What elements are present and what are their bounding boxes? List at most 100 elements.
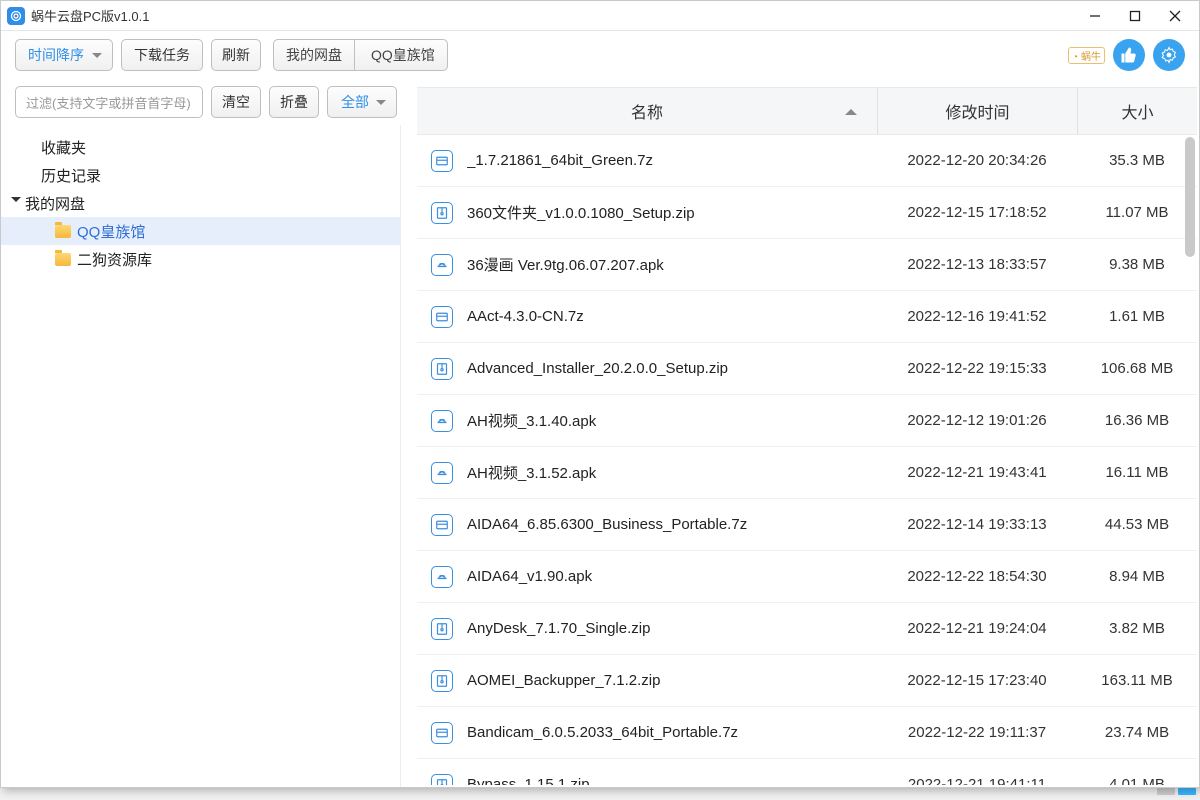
filter-input[interactable]: 过滤(支持文字或拼音首字母) bbox=[15, 86, 203, 118]
file-date: 2022-12-22 19:11:37 bbox=[877, 724, 1077, 741]
table-header: 名称 修改时间 大小 bbox=[417, 87, 1197, 135]
close-button[interactable] bbox=[1155, 1, 1195, 31]
file-date: 2022-12-16 19:41:52 bbox=[877, 308, 1077, 325]
file-date: 2022-12-12 19:01:26 bbox=[877, 412, 1077, 429]
type-filter-dropdown[interactable]: 全部 bbox=[327, 86, 397, 118]
file-date: 2022-12-13 18:33:57 bbox=[877, 256, 1077, 273]
file-name: Bypass_1.15.1.zip bbox=[467, 776, 877, 785]
breadcrumb-item[interactable]: 我的网盘 bbox=[273, 39, 355, 71]
breadcrumb-item[interactable]: QQ皇族馆 bbox=[354, 39, 448, 71]
sidebar-mydisk[interactable]: 我的网盘 bbox=[1, 189, 400, 217]
table-row[interactable]: AOMEI_Backupper_7.1.2.zip2022-12-15 17:2… bbox=[417, 655, 1197, 707]
brand-badge-icon: ◔ 蜗牛 bbox=[1068, 47, 1105, 64]
file-name: AIDA64_v1.90.apk bbox=[467, 568, 877, 585]
file-size: 3.82 MB bbox=[1077, 620, 1197, 637]
file-size: 4.01 MB bbox=[1077, 776, 1197, 785]
table-row[interactable]: AnyDesk_7.1.70_Single.zip2022-12-21 19:2… bbox=[417, 603, 1197, 655]
titlebar: 蜗牛云盘PC版v1.0.1 bbox=[1, 1, 1199, 31]
file-size: 44.53 MB bbox=[1077, 516, 1197, 533]
file-size: 16.36 MB bbox=[1077, 412, 1197, 429]
file-date: 2022-12-21 19:43:41 bbox=[877, 464, 1077, 481]
download-tasks-button[interactable]: 下载任务 bbox=[121, 39, 203, 71]
file-type-icon bbox=[431, 254, 453, 276]
file-type-icon bbox=[431, 358, 453, 380]
table-row[interactable]: _1.7.21861_64bit_Green.7z2022-12-20 20:3… bbox=[417, 135, 1197, 187]
sidebar-folder-item[interactable]: QQ皇族馆 bbox=[1, 217, 400, 245]
maximize-button[interactable] bbox=[1115, 1, 1155, 31]
file-name: 36漫画 Ver.9tg.06.07.207.apk bbox=[467, 254, 877, 275]
file-name: AAct-4.3.0-CN.7z bbox=[467, 308, 877, 325]
file-name: AOMEI_Backupper_7.1.2.zip bbox=[467, 672, 877, 689]
breadcrumb: 我的网盘 QQ皇族馆 bbox=[273, 39, 448, 71]
scrollbar-thumb[interactable] bbox=[1185, 137, 1195, 257]
file-date: 2022-12-20 20:34:26 bbox=[877, 152, 1077, 169]
thumbs-up-button[interactable] bbox=[1113, 39, 1145, 71]
folder-icon bbox=[55, 253, 71, 266]
column-size[interactable]: 大小 bbox=[1077, 88, 1197, 134]
file-type-icon bbox=[431, 410, 453, 432]
file-size: 9.38 MB bbox=[1077, 256, 1197, 273]
sidebar-favorites[interactable]: 收藏夹 bbox=[1, 133, 400, 161]
file-size: 35.3 MB bbox=[1077, 152, 1197, 169]
file-type-icon bbox=[431, 774, 453, 786]
file-type-icon bbox=[431, 306, 453, 328]
clear-button[interactable]: 清空 bbox=[211, 86, 261, 118]
file-type-icon bbox=[431, 150, 453, 172]
app-window: 蜗牛云盘PC版v1.0.1 时间降序 下载任务 刷新 我的网盘 QQ皇族馆 ◔ … bbox=[0, 0, 1200, 788]
column-name[interactable]: 名称 bbox=[417, 99, 877, 123]
file-type-icon bbox=[431, 514, 453, 536]
file-size: 16.11 MB bbox=[1077, 464, 1197, 481]
file-size: 8.94 MB bbox=[1077, 568, 1197, 585]
file-date: 2022-12-22 19:15:33 bbox=[877, 360, 1077, 377]
file-size: 23.74 MB bbox=[1077, 724, 1197, 741]
file-name: AnyDesk_7.1.70_Single.zip bbox=[467, 620, 877, 637]
sidebar-history[interactable]: 历史记录 bbox=[1, 161, 400, 189]
table-row[interactable]: Advanced_Installer_20.2.0.0_Setup.zip202… bbox=[417, 343, 1197, 395]
settings-button[interactable] bbox=[1153, 39, 1185, 71]
sort-asc-icon bbox=[845, 103, 857, 115]
file-type-icon bbox=[431, 566, 453, 588]
file-date: 2022-12-15 17:18:52 bbox=[877, 204, 1077, 221]
table-row[interactable]: Bypass_1.15.1.zip2022-12-21 19:41:114.01… bbox=[417, 759, 1197, 785]
sidebar: 收藏夹 历史记录 我的网盘 QQ皇族馆 二狗资源库 bbox=[1, 125, 401, 787]
file-name: AIDA64_6.85.6300_Business_Portable.7z bbox=[467, 516, 877, 533]
file-date: 2022-12-21 19:41:11 bbox=[877, 776, 1077, 785]
table-row[interactable]: 360文件夹_v1.0.0.1080_Setup.zip2022-12-15 1… bbox=[417, 187, 1197, 239]
collapse-button[interactable]: 折叠 bbox=[269, 86, 319, 118]
file-type-icon bbox=[431, 670, 453, 692]
file-date: 2022-12-22 18:54:30 bbox=[877, 568, 1077, 585]
file-date: 2022-12-21 19:24:04 bbox=[877, 620, 1077, 637]
sidebar-folder-item[interactable]: 二狗资源库 bbox=[1, 245, 400, 273]
column-date[interactable]: 修改时间 bbox=[877, 88, 1077, 134]
app-icon bbox=[7, 7, 25, 25]
file-size: 163.11 MB bbox=[1077, 672, 1197, 689]
taskbar-fragment bbox=[0, 788, 1200, 798]
file-name: Advanced_Installer_20.2.0.0_Setup.zip bbox=[467, 360, 877, 377]
table-row[interactable]: AAct-4.3.0-CN.7z2022-12-16 19:41:521.61 … bbox=[417, 291, 1197, 343]
refresh-button[interactable]: 刷新 bbox=[211, 39, 261, 71]
file-list: _1.7.21861_64bit_Green.7z2022-12-20 20:3… bbox=[417, 135, 1197, 785]
file-date: 2022-12-14 19:33:13 bbox=[877, 516, 1077, 533]
minimize-button[interactable] bbox=[1075, 1, 1115, 31]
file-name: AH视频_3.1.40.apk bbox=[467, 410, 877, 431]
table-row[interactable]: AIDA64_6.85.6300_Business_Portable.7z202… bbox=[417, 499, 1197, 551]
file-name: _1.7.21861_64bit_Green.7z bbox=[467, 152, 877, 169]
file-type-icon bbox=[431, 618, 453, 640]
file-name: Bandicam_6.0.5.2033_64bit_Portable.7z bbox=[467, 724, 877, 741]
table-row[interactable]: AH视频_3.1.52.apk2022-12-21 19:43:4116.11 … bbox=[417, 447, 1197, 499]
file-type-icon bbox=[431, 202, 453, 224]
file-size: 1.61 MB bbox=[1077, 308, 1197, 325]
file-size: 106.68 MB bbox=[1077, 360, 1197, 377]
file-size: 11.07 MB bbox=[1077, 204, 1197, 221]
table-row[interactable]: Bandicam_6.0.5.2033_64bit_Portable.7z202… bbox=[417, 707, 1197, 759]
file-type-icon bbox=[431, 462, 453, 484]
file-name: AH视频_3.1.52.apk bbox=[467, 462, 877, 483]
file-date: 2022-12-15 17:23:40 bbox=[877, 672, 1077, 689]
table-row[interactable]: AH视频_3.1.40.apk2022-12-12 19:01:2616.36 … bbox=[417, 395, 1197, 447]
folder-icon bbox=[55, 225, 71, 238]
table-row[interactable]: 36漫画 Ver.9tg.06.07.207.apk2022-12-13 18:… bbox=[417, 239, 1197, 291]
sort-dropdown[interactable]: 时间降序 bbox=[15, 39, 113, 71]
table-row[interactable]: AIDA64_v1.90.apk2022-12-22 18:54:308.94 … bbox=[417, 551, 1197, 603]
toolbar: 时间降序 下载任务 刷新 我的网盘 QQ皇族馆 ◔ 蜗牛 bbox=[1, 31, 1199, 79]
window-title: 蜗牛云盘PC版v1.0.1 bbox=[31, 6, 149, 25]
